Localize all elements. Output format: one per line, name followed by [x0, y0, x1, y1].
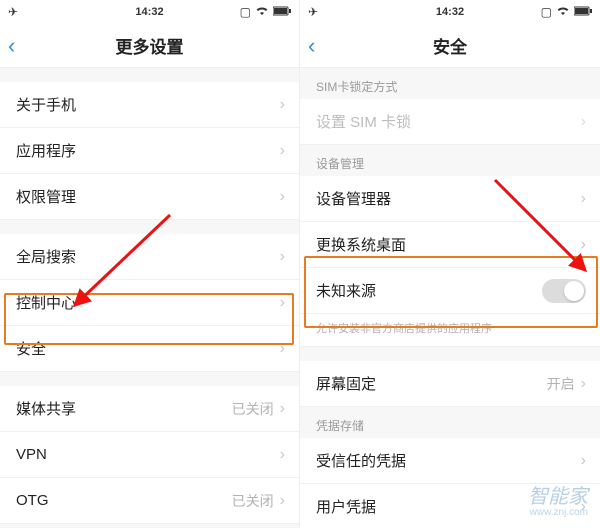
section-credentials: 凭据存储: [300, 407, 600, 438]
row-control-center[interactable]: 控制中心 ›: [0, 280, 299, 326]
phone-left: ✈ 14:32 ▢ ‹ 更多设置 关于手机 ›: [0, 0, 300, 528]
section-device-mgmt: 设备管理: [300, 145, 600, 176]
row-label: 设备管理器: [316, 188, 581, 209]
section-sim: SIM卡锁定方式: [300, 68, 600, 99]
row-permissions[interactable]: 权限管理 ›: [0, 174, 299, 220]
chevron-right-icon: ›: [280, 492, 285, 510]
chevron-right-icon: ›: [581, 452, 586, 470]
chevron-right-icon: ›: [280, 188, 285, 206]
chevron-right-icon: ›: [280, 400, 285, 418]
toggle-knob: [564, 281, 584, 301]
content-right: SIM卡锁定方式 设置 SIM 卡锁 › 设备管理 设备管理器 › 更换系统桌面…: [300, 68, 600, 528]
spacer: [0, 68, 299, 82]
row-sim-lock[interactable]: 设置 SIM 卡锁 ›: [300, 99, 600, 145]
battery-icon: [273, 5, 291, 19]
row-device-admin[interactable]: 设备管理器 ›: [300, 176, 600, 222]
spacer: [0, 372, 299, 386]
row-security[interactable]: 安全 ›: [0, 326, 299, 372]
row-label: 权限管理: [16, 186, 280, 207]
wifi-icon: [255, 5, 269, 19]
row-value: 开启: [547, 374, 575, 394]
status-time: 14:32: [436, 6, 464, 18]
spacer: [300, 347, 600, 361]
row-value: 已关闭: [232, 491, 274, 511]
airplane-icon: ✈: [8, 5, 18, 19]
spacer: [0, 524, 299, 528]
row-trusted-credentials[interactable]: 受信任的凭据 ›: [300, 438, 600, 484]
row-apps[interactable]: 应用程序 ›: [0, 128, 299, 174]
chevron-right-icon: ›: [280, 248, 285, 266]
vibrate-icon: ▢: [240, 5, 251, 19]
chevron-right-icon: ›: [581, 113, 586, 131]
content-left: 关于手机 › 应用程序 › 权限管理 › 全局搜索 › 控制中心 › 安全: [0, 68, 299, 528]
chevron-right-icon: ›: [280, 142, 285, 160]
row-media-share[interactable]: 媒体共享 已关闭 ›: [0, 386, 299, 432]
row-label: VPN: [16, 446, 280, 463]
row-user-credentials[interactable]: 用户凭据 ›: [300, 484, 600, 528]
chevron-right-icon: ›: [280, 446, 285, 464]
phone-right: ✈ 14:32 ▢ ‹ 安全 SIM卡锁定方式 设置 SIM 卡锁 ›: [300, 0, 600, 528]
unknown-sources-toggle[interactable]: [542, 279, 586, 303]
row-label: 设置 SIM 卡锁: [316, 111, 581, 132]
spacer: [0, 220, 299, 234]
row-label: 更换系统桌面: [316, 234, 581, 255]
row-label: 用户凭据: [316, 496, 581, 517]
navbar: ‹ 安全: [300, 24, 600, 68]
row-label: 未知来源: [316, 280, 542, 301]
page-title: 安全: [433, 33, 467, 58]
row-label: 控制中心: [16, 292, 280, 313]
chevron-right-icon: ›: [581, 236, 586, 254]
chevron-right-icon: ›: [581, 498, 586, 516]
row-global-search[interactable]: 全局搜索 ›: [0, 234, 299, 280]
vibrate-icon: ▢: [541, 5, 552, 19]
page-title: 更多设置: [116, 33, 184, 58]
chevron-right-icon: ›: [581, 375, 586, 393]
row-value: 已关闭: [232, 399, 274, 419]
chevron-right-icon: ›: [280, 96, 285, 114]
row-label: 关于手机: [16, 94, 280, 115]
row-label: 全局搜索: [16, 246, 280, 267]
status-bar: ✈ 14:32 ▢: [300, 0, 600, 24]
row-vpn[interactable]: VPN ›: [0, 432, 299, 478]
status-time: 14:32: [135, 6, 163, 18]
unknown-sources-desc: 允许安装非官方商店提供的应用程序: [300, 314, 600, 347]
chevron-right-icon: ›: [280, 294, 285, 312]
row-label: 受信任的凭据: [316, 450, 581, 471]
chevron-right-icon: ›: [581, 190, 586, 208]
row-change-launcher[interactable]: 更换系统桌面 ›: [300, 222, 600, 268]
row-label: OTG: [16, 492, 232, 509]
navbar: ‹ 更多设置: [0, 24, 299, 68]
row-otg[interactable]: OTG 已关闭 ›: [0, 478, 299, 524]
row-label: 应用程序: [16, 140, 280, 161]
back-icon[interactable]: ‹: [308, 24, 315, 68]
back-icon[interactable]: ‹: [8, 24, 15, 68]
wifi-icon: [556, 5, 570, 19]
row-about-phone[interactable]: 关于手机 ›: [0, 82, 299, 128]
row-label: 安全: [16, 338, 280, 359]
row-unknown-sources[interactable]: 未知来源: [300, 268, 600, 314]
airplane-icon: ✈: [308, 5, 318, 19]
row-screen-pinning[interactable]: 屏幕固定 开启 ›: [300, 361, 600, 407]
row-label: 屏幕固定: [316, 373, 547, 394]
row-label: 媒体共享: [16, 398, 232, 419]
chevron-right-icon: ›: [280, 340, 285, 358]
status-bar: ✈ 14:32 ▢: [0, 0, 299, 24]
battery-icon: [574, 5, 592, 19]
